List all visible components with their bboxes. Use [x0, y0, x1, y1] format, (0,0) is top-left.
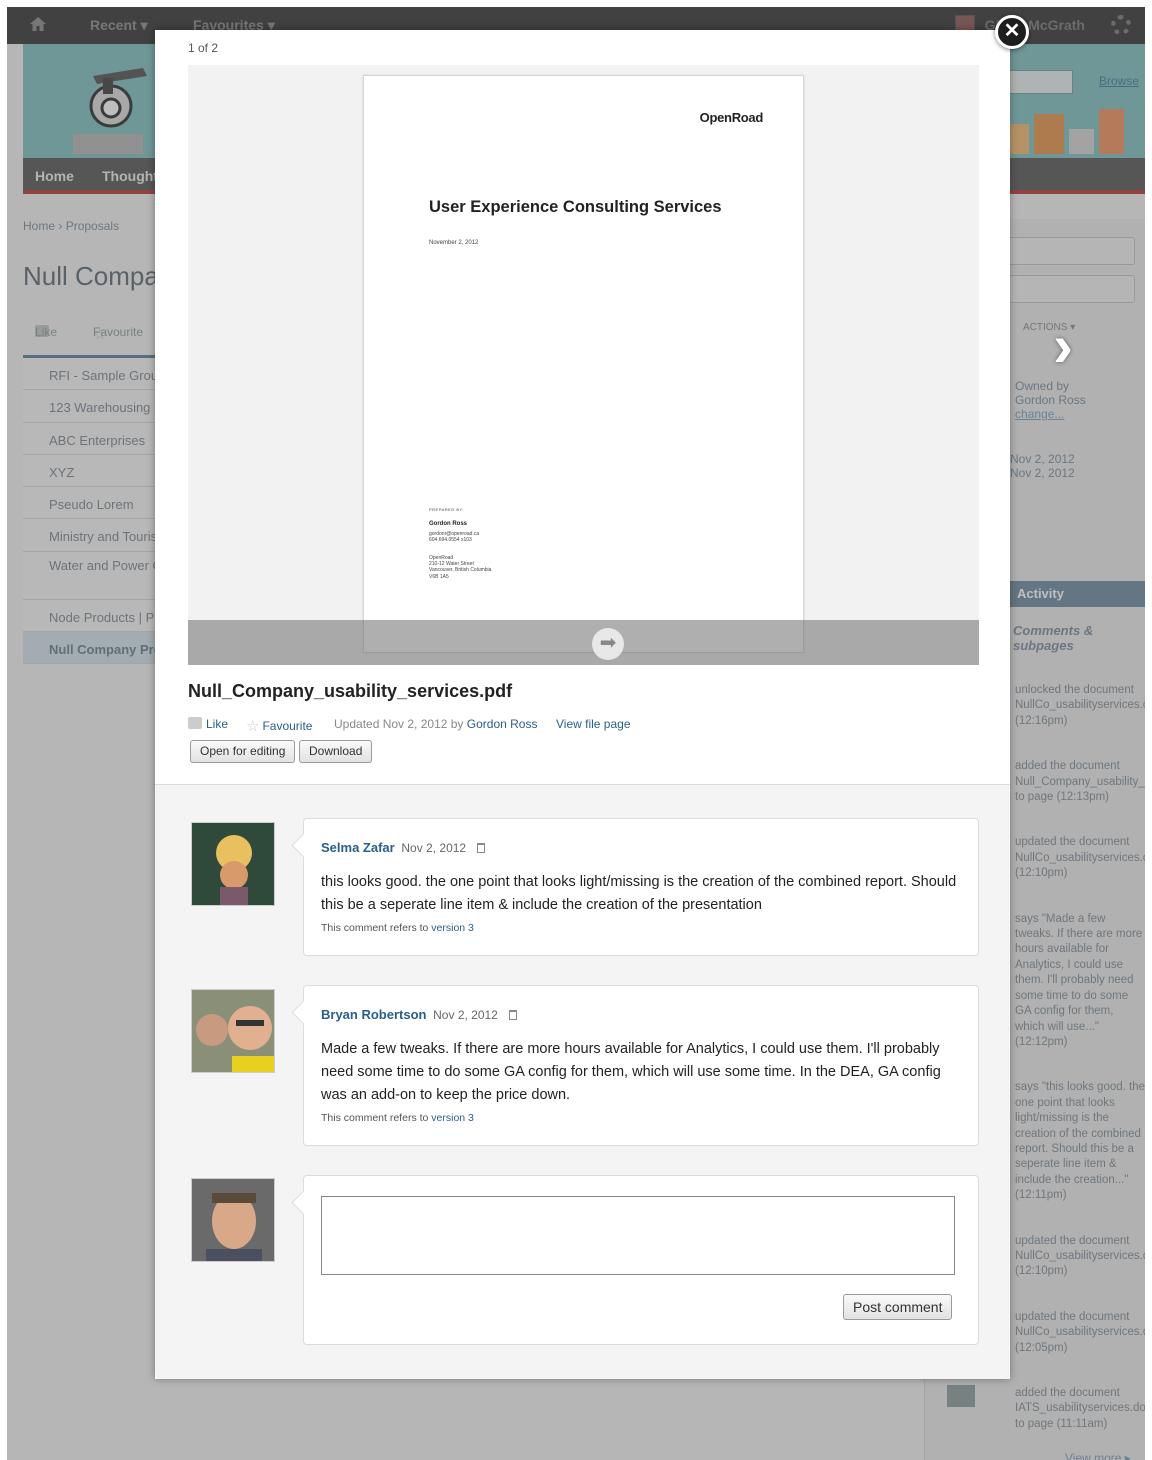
- pdf-date: November 2, 2012: [429, 240, 479, 246]
- comment-author[interactable]: Bryan Robertson: [321, 1007, 426, 1022]
- comment-version-ref: This comment refers to version 3: [321, 922, 474, 934]
- file-preview-panel: 1 of 2 OpenRoad User Experience Consulti…: [155, 30, 1010, 785]
- comment-date: Nov 2, 2012: [401, 841, 467, 855]
- file-preview-modal: 1 of 2 OpenRoad User Experience Consulti…: [155, 30, 1010, 1379]
- current-user-avatar-image: [192, 1179, 274, 1261]
- file-like-button[interactable]: Like: [188, 717, 228, 731]
- selma-avatar-image: [192, 823, 274, 905]
- current-user-avatar[interactable]: [191, 1178, 275, 1262]
- pdf-contact: gordonr@openroad.ca 604.694.0554 x103: [429, 531, 479, 543]
- avatar[interactable]: [191, 989, 275, 1073]
- comment-meta: Bryan Robertson Nov 2, 2012: [321, 1007, 518, 1022]
- comment-author[interactable]: Selma Zafar: [321, 840, 395, 855]
- pdf-logo: OpenRoad: [699, 110, 764, 125]
- pdf-postal: V6B 1A5: [429, 573, 449, 580]
- pdf-page: OpenRoad User Experience Consulting Serv…: [363, 75, 804, 653]
- pdf-address: OpenRoad 210-12 Water Street Vancouver, …: [429, 555, 491, 580]
- page-counter: 1 of 2: [188, 41, 219, 55]
- pdf-title: User Experience Consulting Services: [429, 198, 722, 216]
- avatar[interactable]: [191, 822, 275, 906]
- pdf-author-name: Gordon Ross: [429, 521, 468, 527]
- file-favourite-button[interactable]: ☆ Favourite: [246, 717, 312, 735]
- pdf-prepared-by: PREPARED BY:: [429, 507, 465, 512]
- comment-meta: Selma Zafar Nov 2, 2012: [321, 840, 486, 855]
- file-updated-info: Updated Nov 2, 2012 by Gordon Ross: [334, 717, 538, 731]
- document-viewer[interactable]: OpenRoad User Experience Consulting Serv…: [188, 65, 979, 665]
- open-for-editing-button[interactable]: Open for editing: [190, 740, 296, 763]
- view-file-page-link[interactable]: View file page: [556, 717, 631, 731]
- star-icon: ☆: [246, 718, 260, 735]
- comment: Selma Zafar Nov 2, 2012 this looks good.…: [303, 818, 979, 956]
- pdf-phone: 604.694.0554 x103: [429, 537, 472, 544]
- bryan-avatar-image: [192, 990, 274, 1072]
- comment-text: this looks good. the one point that look…: [321, 874, 957, 913]
- next-file-arrow-icon[interactable]: ›: [1053, 316, 1097, 376]
- comment: Bryan Robertson Nov 2, 2012 Made a few t…: [303, 985, 979, 1146]
- pdf-address-line: Vancouver, British Columbia: [429, 567, 492, 574]
- new-comment-box: Post comment: [303, 1175, 979, 1345]
- comment-date: Nov 2, 2012: [433, 1008, 498, 1022]
- thumbs-up-icon: [188, 717, 202, 729]
- close-icon[interactable]: ✕: [995, 15, 1029, 49]
- post-comment-button[interactable]: Post comment: [843, 1294, 953, 1320]
- updated-by-link[interactable]: Gordon Ross: [467, 717, 538, 731]
- comment-text: Made a few tweaks. If there are more hou…: [321, 1041, 941, 1103]
- trash-icon[interactable]: [477, 843, 486, 853]
- comment-version-ref: This comment refers to version 3: [321, 1112, 474, 1124]
- version-link[interactable]: version 3: [431, 1112, 474, 1124]
- file-name: Null_Company_usability_services.pdf: [188, 681, 513, 701]
- next-page-button[interactable]: ➡: [592, 628, 624, 660]
- version-link[interactable]: version 3: [431, 922, 474, 934]
- viewer-controls-bar: [188, 620, 979, 665]
- trash-icon[interactable]: [509, 1010, 518, 1020]
- comment-input[interactable]: [321, 1196, 955, 1275]
- download-button[interactable]: Download: [299, 740, 373, 763]
